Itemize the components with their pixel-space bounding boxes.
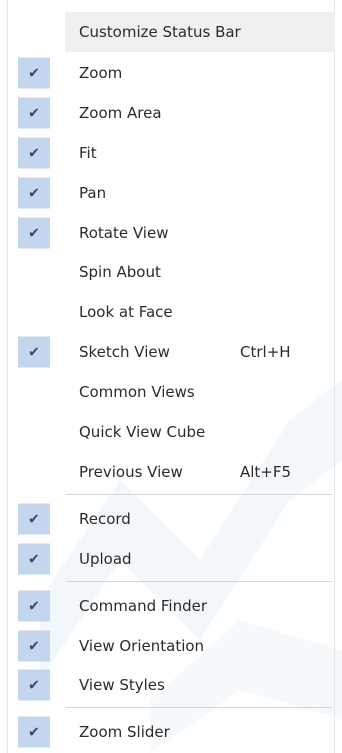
checkmark-icon: ✔ bbox=[28, 105, 40, 121]
menu-item-label: Pan bbox=[79, 184, 107, 202]
checkmark-icon: ✔ bbox=[28, 598, 40, 614]
checkbox-zoom[interactable]: ✔ bbox=[18, 57, 50, 89]
checkmark-icon: ✔ bbox=[28, 511, 40, 527]
checkmark-icon: ✔ bbox=[28, 65, 40, 81]
checkbox-record[interactable]: ✔ bbox=[18, 503, 50, 535]
menu-item-label: Look at Face bbox=[79, 303, 173, 321]
checkbox-look-at-face[interactable] bbox=[18, 297, 50, 328]
menu-item-label: Common Views bbox=[79, 383, 195, 401]
menu-item-rotate-view[interactable]: ✔ Rotate View bbox=[7, 214, 335, 252]
menu-item-previous-view[interactable]: Previous View Alt+F5 bbox=[7, 453, 335, 491]
menu-item-upload[interactable]: ✔ Upload bbox=[7, 540, 335, 578]
menu-item-label: Zoom Slider bbox=[79, 723, 170, 741]
checkmark-icon: ✔ bbox=[28, 225, 40, 241]
checkbox-pan[interactable]: ✔ bbox=[18, 177, 50, 209]
checkbox-spin-about[interactable] bbox=[18, 257, 50, 288]
menu-item-label: Zoom bbox=[79, 64, 123, 82]
menu-item-label: Upload bbox=[79, 550, 132, 568]
checkmark-icon: ✔ bbox=[28, 145, 40, 161]
menu-header-label: Customize Status Bar bbox=[79, 23, 241, 41]
checkbox-sketch-view[interactable]: ✔ bbox=[18, 336, 50, 368]
menu-item-label: Record bbox=[79, 510, 131, 528]
menu-item-shortcut: Ctrl+H bbox=[240, 343, 291, 361]
checkbox-view-styles[interactable]: ✔ bbox=[18, 669, 50, 701]
menu-item-common-views[interactable]: Common Views bbox=[7, 373, 335, 411]
menu-separator bbox=[66, 494, 332, 495]
menu-item-fit[interactable]: ✔ Fit bbox=[7, 134, 335, 172]
menu-item-label: Zoom Area bbox=[79, 104, 162, 122]
checkbox-previous-view[interactable] bbox=[18, 457, 50, 488]
checkmark-icon: ✔ bbox=[28, 638, 40, 654]
checkbox-fit[interactable]: ✔ bbox=[18, 137, 50, 169]
checkmark-icon: ✔ bbox=[28, 677, 40, 693]
menu-item-label: View Styles bbox=[79, 676, 165, 694]
menu-item-zoom-area[interactable]: ✔ Zoom Area bbox=[7, 94, 335, 132]
menu-item-shortcut: Alt+F5 bbox=[240, 463, 292, 481]
menu-item-zoom-slider[interactable]: ✔ Zoom Slider bbox=[7, 713, 335, 751]
menu-item-record[interactable]: ✔ Record bbox=[7, 500, 335, 538]
checkbox-view-orientation[interactable]: ✔ bbox=[18, 630, 50, 662]
menu-item-label: Spin About bbox=[79, 263, 161, 281]
menu-header: Customize Status Bar bbox=[65, 12, 335, 52]
checkbox-upload[interactable]: ✔ bbox=[18, 543, 50, 575]
menu-item-label: Fit bbox=[79, 144, 97, 162]
checkbox-rotate-view[interactable]: ✔ bbox=[18, 217, 50, 249]
menu-item-label: Rotate View bbox=[79, 224, 169, 242]
menu-separator bbox=[66, 581, 332, 582]
menu-item-label: Previous View bbox=[79, 463, 183, 481]
menu-item-label: Quick View Cube bbox=[79, 423, 206, 441]
customize-status-bar-menu: Customize Status Bar ✔ Zoom ✔ Zoom Area … bbox=[0, 0, 342, 753]
menu-item-pan[interactable]: ✔ Pan bbox=[7, 174, 335, 212]
menu-item-view-styles[interactable]: ✔ View Styles bbox=[7, 666, 335, 704]
menu-item-quick-view-cube[interactable]: Quick View Cube bbox=[7, 413, 335, 451]
menu-item-spin-about[interactable]: Spin About bbox=[7, 253, 335, 291]
menu-item-label: View Orientation bbox=[79, 637, 205, 655]
menu-item-label: Sketch View bbox=[79, 343, 170, 361]
checkbox-quick-view-cube[interactable] bbox=[18, 417, 50, 448]
checkmark-icon: ✔ bbox=[28, 344, 40, 360]
menu-item-command-finder[interactable]: ✔ Command Finder bbox=[7, 587, 335, 625]
checkbox-zoom-area[interactable]: ✔ bbox=[18, 97, 50, 129]
menu-item-sketch-view[interactable]: ✔ Sketch View Ctrl+H bbox=[7, 333, 335, 371]
menu-separator bbox=[66, 707, 332, 708]
menu-item-zoom[interactable]: ✔ Zoom bbox=[7, 54, 335, 92]
checkbox-common-views[interactable] bbox=[18, 377, 50, 408]
menu-item-look-at-face[interactable]: Look at Face bbox=[7, 293, 335, 331]
checkmark-icon: ✔ bbox=[28, 551, 40, 567]
checkbox-zoom-slider[interactable]: ✔ bbox=[18, 716, 50, 748]
checkbox-command-finder[interactable]: ✔ bbox=[18, 590, 50, 622]
menu-item-view-orientation[interactable]: ✔ View Orientation bbox=[7, 627, 335, 665]
menu-item-label: Command Finder bbox=[79, 597, 207, 615]
checkmark-icon: ✔ bbox=[28, 185, 40, 201]
checkmark-icon: ✔ bbox=[28, 724, 40, 740]
